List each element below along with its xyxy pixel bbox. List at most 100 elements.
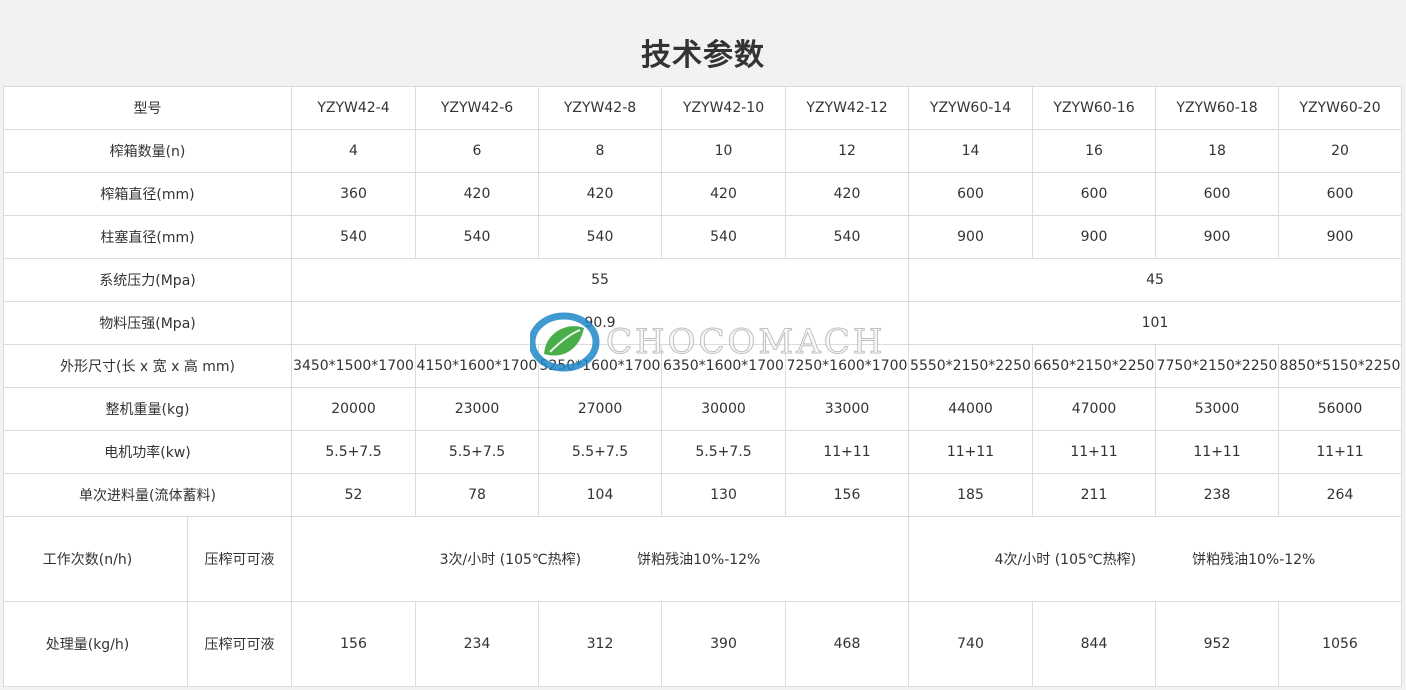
capacity-value: 390	[661, 601, 786, 687]
page-title: 技术参数	[641, 38, 765, 73]
value-cell: 8850*5150*2250	[1278, 344, 1402, 388]
value-cell: 3450*1500*1700	[291, 344, 416, 388]
value-cell: 360	[291, 172, 416, 216]
value-cell: 600	[1032, 172, 1156, 216]
value-cell: 11+11	[908, 430, 1033, 474]
residue-oil: 饼粕残油10%-12%	[637, 552, 761, 568]
pressure-row: 系统压力(Mpa) 55 45	[3, 258, 1402, 302]
value-cell: 23000	[415, 387, 539, 431]
value-cell: 16	[1032, 129, 1156, 173]
work-times-sublabel: 压榨可可液	[187, 516, 292, 602]
value-cell: 52	[291, 473, 416, 517]
group1-value: 90.9	[291, 301, 909, 345]
model-cell: YZYW60-20	[1278, 86, 1402, 130]
value-cell: 56000	[1278, 387, 1402, 431]
value-cell: 540	[415, 215, 539, 259]
work-times-group1: 3次/小时 (105℃热榨) 饼粕残油10%-12%	[291, 516, 909, 602]
value-cell: 5.5+7.5	[415, 430, 539, 474]
value-cell: 900	[908, 215, 1033, 259]
value-cell: 900	[1032, 215, 1156, 259]
value-cell: 6350*1600*1700	[661, 344, 786, 388]
model-row: 型号 YZYW42-4 YZYW42-6 YZYW42-8 YZYW42-10 YZYW4…	[3, 86, 1402, 130]
row-label: 型号	[3, 86, 292, 130]
capacity-row: 处理量(kg/h) 压榨可可液 156 234 312 390 468 740 844 952 10…	[3, 601, 1402, 687]
value-cell: 420	[538, 172, 662, 216]
work-rate: 4次/小时 (105℃热榨)	[994, 552, 1137, 568]
value-cell: 900	[1278, 215, 1402, 259]
row-label: 系统压力(Mpa)	[3, 258, 292, 302]
value-cell: 8	[538, 129, 662, 173]
row-label: 外形尺寸(长 x 宽 x 高 mm)	[3, 344, 292, 388]
row-label: 物料压强(Mpa)	[3, 301, 292, 345]
value-cell: 44000	[908, 387, 1033, 431]
value-cell: 5.5+7.5	[661, 430, 786, 474]
work-rate: 3次/小时 (105℃热榨)	[439, 552, 582, 568]
value-cell: 11+11	[1278, 430, 1402, 474]
row-label: 电机功率(kw)	[3, 430, 292, 474]
value-cell: 5250*1600*1700	[538, 344, 662, 388]
value-cell: 7250*1600*1700	[785, 344, 909, 388]
value-cell: 6650*2150*2250	[1032, 344, 1156, 388]
value-cell: 18	[1155, 129, 1279, 173]
table-row: 榨箱数量(n) 4 6 8 10 12 14 16 18 20	[3, 129, 1402, 173]
value-cell: 130	[661, 473, 786, 517]
value-cell: 11+11	[785, 430, 909, 474]
value-cell: 420	[785, 172, 909, 216]
value-cell: 600	[908, 172, 1033, 216]
value-cell: 5.5+7.5	[291, 430, 416, 474]
group2-value: 101	[908, 301, 1402, 345]
model-cell: YZYW60-16	[1032, 86, 1156, 130]
work-times-label-text: 工作次数(n/h)	[42, 552, 133, 568]
value-cell: 20000	[291, 387, 416, 431]
value-cell: 47000	[1032, 387, 1156, 431]
value-cell: 33000	[785, 387, 909, 431]
value-cell: 78	[415, 473, 539, 517]
capacity-value: 740	[908, 601, 1033, 687]
row-label: 榨箱直径(mm)	[3, 172, 292, 216]
value-cell: 4	[291, 129, 416, 173]
model-cell: YZYW60-14	[908, 86, 1033, 130]
model-cell: YZYW42-6	[415, 86, 539, 130]
value-cell: 264	[1278, 473, 1402, 517]
work-times-row: 工作次数(n/h) 压榨可可液 3次/小时 (105℃热榨) 饼粕残油10%-12% 4…	[3, 516, 1402, 602]
capacity-label-text: 处理量(kg/h)	[45, 637, 130, 653]
value-cell: 30000	[661, 387, 786, 431]
capacity-label: 处理量(kg/h)	[3, 601, 188, 687]
group1-value: 55	[291, 258, 909, 302]
value-cell: 4150*1600*1700	[415, 344, 539, 388]
value-cell: 600	[1155, 172, 1279, 216]
capacity-value: 1056	[1278, 601, 1402, 687]
value-cell: 14	[908, 129, 1033, 173]
table-row: 电机功率(kw) 5.5+7.5 5.5+7.5 5.5+7.5 5.5+7.5 11+1…	[3, 430, 1402, 474]
value-cell: 540	[785, 215, 909, 259]
value-cell: 900	[1155, 215, 1279, 259]
value-cell: 27000	[538, 387, 662, 431]
value-cell: 12	[785, 129, 909, 173]
capacity-value: 234	[415, 601, 539, 687]
work-times-label: 工作次数(n/h)	[3, 516, 188, 602]
spec-table-body: 型号 YZYW42-4 YZYW42-6 YZYW42-8 YZYW42-10 YZYW4…	[3, 86, 1402, 687]
model-cell: YZYW42-8	[538, 86, 662, 130]
capacity-value: 312	[538, 601, 662, 687]
row-label: 柱塞直径(mm)	[3, 215, 292, 259]
value-cell: 10	[661, 129, 786, 173]
model-cell: YZYW42-4	[291, 86, 416, 130]
material-pressure-row: 物料压强(Mpa) 90.9 101	[3, 301, 1402, 345]
table-row: 单次进料量(流体蓄料) 52 78 104 130 156 185 211 238 264	[3, 473, 1402, 517]
model-cell: YZYW42-10	[661, 86, 786, 130]
value-cell: 238	[1155, 473, 1279, 517]
work-times-group2: 4次/小时 (105℃热榨) 饼粕残油10%-12%	[908, 516, 1402, 602]
capacity-value: 844	[1032, 601, 1156, 687]
table-row: 柱塞直径(mm) 540 540 540 540 540 900 900 900 900	[3, 215, 1402, 259]
table-row: 整机重量(kg) 20000 23000 27000 30000 33000 44000 47…	[3, 387, 1402, 431]
row-label: 榨箱数量(n)	[3, 129, 292, 173]
value-cell: 540	[291, 215, 416, 259]
value-cell: 11+11	[1032, 430, 1156, 474]
capacity-value: 156	[291, 601, 416, 687]
capacity-sublabel: 压榨可可液	[187, 601, 292, 687]
value-cell: 7750*2150*2250	[1155, 344, 1279, 388]
value-cell: 11+11	[1155, 430, 1279, 474]
group2-value: 45	[908, 258, 1402, 302]
value-cell: 211	[1032, 473, 1156, 517]
value-cell: 6	[415, 129, 539, 173]
